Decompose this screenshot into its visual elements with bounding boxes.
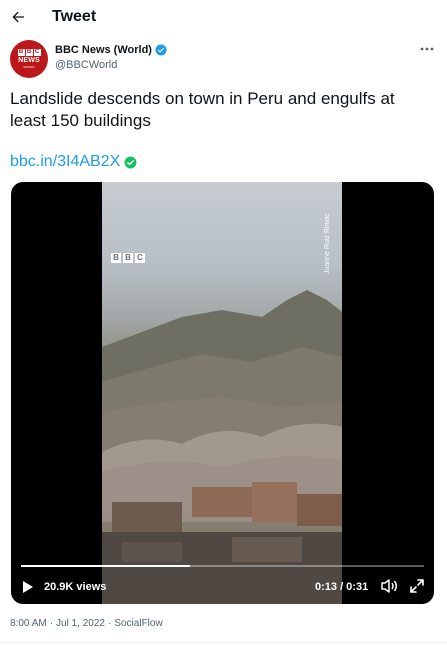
watermark-letter: B <box>123 253 133 263</box>
landslide-scene-image <box>102 290 342 604</box>
tweet-date[interactable]: Jul 1, 2022 <box>56 617 105 631</box>
meta-separator: · <box>107 618 112 629</box>
back-button[interactable] <box>6 5 30 29</box>
arrow-left-icon <box>12 11 24 23</box>
video-progress-bar[interactable] <box>21 565 424 567</box>
divider <box>0 642 447 643</box>
avatar[interactable]: B B C NEWS WORLD <box>10 40 48 78</box>
verified-badge-icon <box>155 44 167 56</box>
more-options-button[interactable] <box>416 40 438 58</box>
fullscreen-button[interactable] <box>409 578 425 594</box>
tweet-link[interactable]: bbc.in/3I4AB2X <box>10 151 137 173</box>
volume-button[interactable] <box>380 578 398 594</box>
avatar-world-text: WORLD <box>23 65 35 69</box>
play-icon <box>23 581 33 593</box>
video-progress-fill <box>21 565 191 567</box>
tweet-time[interactable]: 8:00 AM <box>10 617 47 631</box>
watermark-letter: B <box>111 253 121 263</box>
volume-icon <box>381 579 397 593</box>
view-count: 20.9K views <box>44 581 107 593</box>
tweet-source[interactable]: SocialFlow <box>114 617 162 631</box>
video-timecode: 0:13 / 0:31 <box>315 581 369 593</box>
watermark-letter: C <box>135 253 145 263</box>
video-frame: B B C Joanne Ruiz Rimac <box>102 182 342 604</box>
meta-separator: · <box>49 618 54 629</box>
play-button[interactable] <box>20 579 36 595</box>
video-player[interactable]: B B C Joanne Ruiz Rimac 20.9K views 0:13… <box>11 182 434 604</box>
display-name-text: BBC News (World) <box>55 44 152 56</box>
fullscreen-icon <box>410 579 424 593</box>
link-verified-icon <box>124 156 137 168</box>
avatar-letter: B <box>17 49 25 56</box>
link-text: bbc.in/3I4AB2X <box>10 153 121 170</box>
tweet-text: Landslide descends on town in Peru and e… <box>10 89 395 130</box>
video-credit: Joanne Ruiz Rimac <box>324 213 331 274</box>
avatar-letter: B <box>25 49 33 56</box>
author-name[interactable]: BBC News (World) <box>55 43 167 57</box>
tweet-meta: 8:00 AM · Jul 1, 2022 · SocialFlow <box>10 617 163 631</box>
more-dots-icon <box>420 47 434 51</box>
author-handle[interactable]: @BBCWorld <box>55 58 117 72</box>
page-title: Tweet <box>52 8 97 25</box>
avatar-letter: C <box>33 49 41 56</box>
avatar-news-text: NEWS <box>18 57 40 64</box>
bbc-logo: B B C <box>17 49 41 56</box>
bbc-watermark: B B C <box>111 253 145 263</box>
